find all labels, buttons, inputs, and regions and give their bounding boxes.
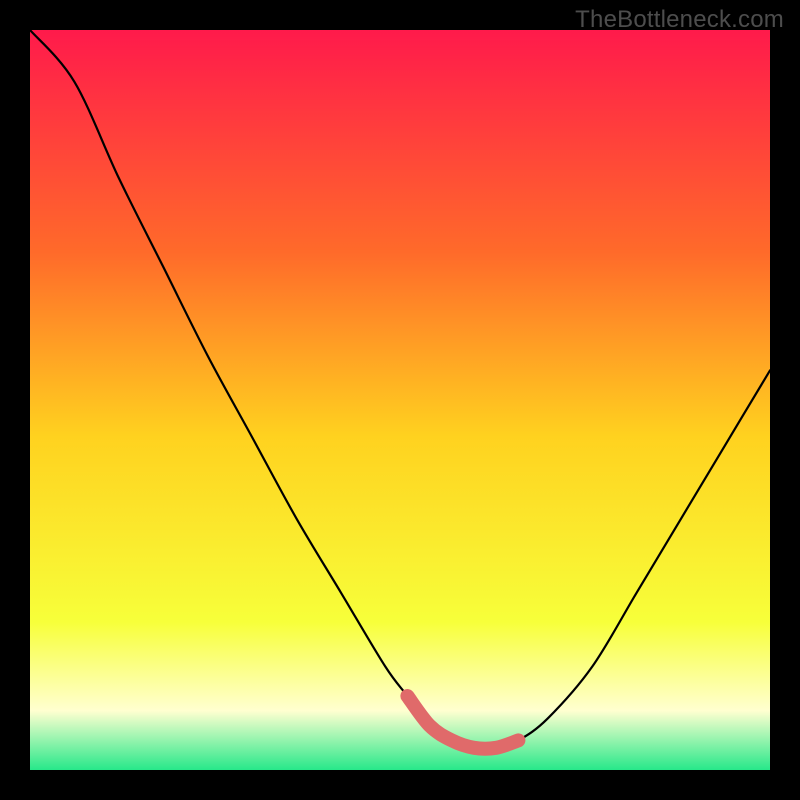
- chart-svg: [30, 30, 770, 770]
- plot-area: [30, 30, 770, 770]
- gradient-background: [30, 30, 770, 770]
- chart-frame: TheBottleneck.com: [0, 0, 800, 800]
